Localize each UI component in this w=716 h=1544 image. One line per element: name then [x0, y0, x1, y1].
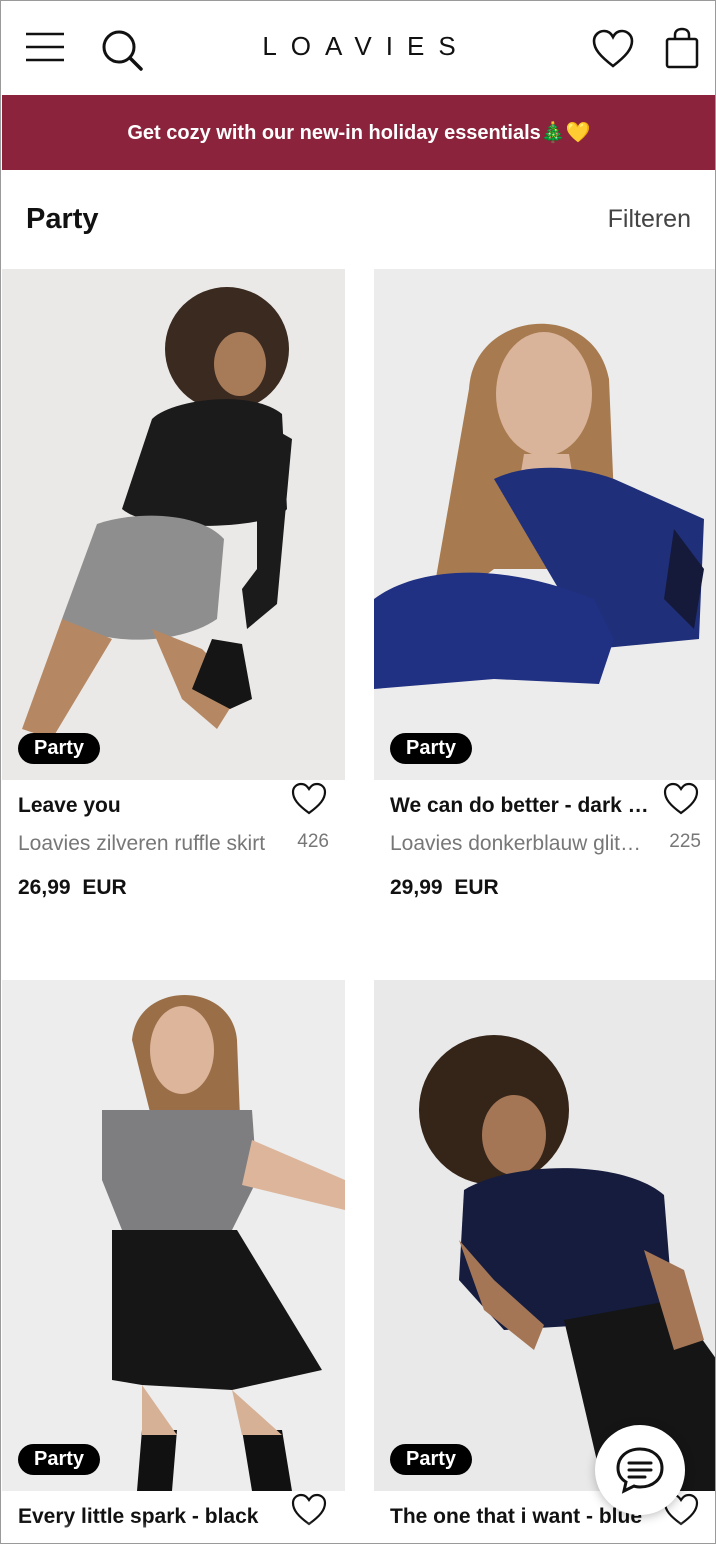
product-card[interactable]: Party We can do better - dark blue Loavi…	[374, 269, 715, 929]
product-image[interactable]: Party	[374, 980, 715, 1491]
product-subtitle: Loavies zilveren ruffle skirt	[18, 832, 266, 855]
product-image[interactable]: Party	[2, 980, 345, 1491]
favorite-count: 225	[669, 831, 701, 852]
product-name[interactable]: Every little spark - black	[18, 1505, 278, 1529]
category-tag: Party	[18, 733, 101, 764]
product-price: 26,99 EUR	[18, 876, 127, 899]
product-name[interactable]: We can do better - dark blue	[390, 794, 650, 818]
product-image[interactable]: Party	[2, 269, 345, 780]
product-price: 29,99 EUR	[390, 876, 499, 899]
favorite-heart-icon[interactable]	[663, 782, 699, 816]
product-photo-illustration	[2, 980, 345, 1491]
product-image[interactable]: Party	[374, 269, 715, 780]
product-photo-illustration	[374, 269, 715, 780]
favorite-count: 426	[297, 831, 329, 852]
filter-button[interactable]: Filteren	[608, 205, 691, 234]
page: LOAVIES Get cozy with our new-in holiday…	[0, 0, 716, 1544]
chat-icon	[616, 1447, 664, 1494]
product-card[interactable]: Party Every little spark - black	[2, 980, 345, 1543]
top-header: LOAVIES	[1, 1, 715, 95]
category-tag: Party	[390, 1444, 473, 1475]
bag-icon[interactable]	[665, 27, 699, 69]
promo-banner[interactable]: Get cozy with our new-in holiday essenti…	[2, 95, 715, 170]
product-name[interactable]: The one that i want - blue	[390, 1505, 650, 1529]
product-photo-illustration	[374, 980, 715, 1491]
chat-button[interactable]	[595, 1425, 685, 1515]
category-tag: Party	[390, 733, 473, 764]
product-name[interactable]: Leave you	[18, 794, 278, 818]
wishlist-heart-icon[interactable]	[592, 29, 634, 69]
product-card[interactable]: Party Leave you Loavies zilveren ruffle …	[2, 269, 345, 929]
favorite-heart-icon[interactable]	[291, 782, 327, 816]
product-photo-illustration	[2, 269, 345, 780]
product-subtitle: Loavies donkerblauw glitter top	[390, 832, 646, 855]
page-title: Party	[26, 203, 99, 235]
promo-banner-text: Get cozy with our new-in holiday essenti…	[127, 122, 591, 144]
category-tag: Party	[18, 1444, 101, 1475]
favorite-heart-icon[interactable]	[291, 1493, 327, 1527]
